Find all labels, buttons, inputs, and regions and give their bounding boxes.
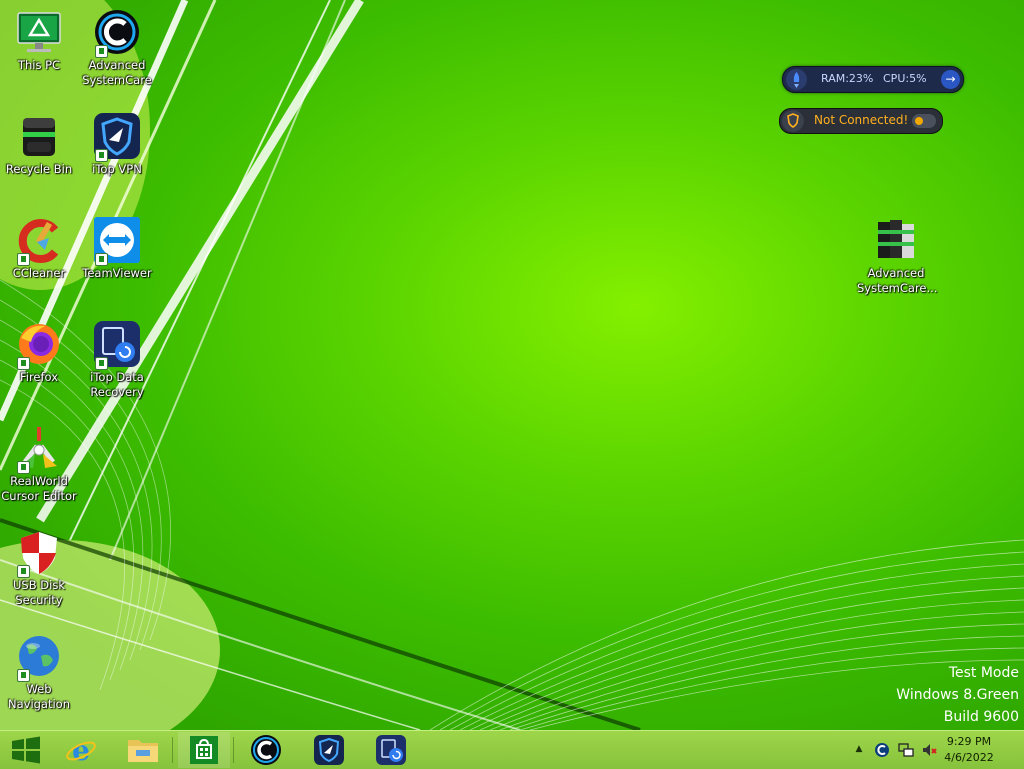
vpn-status-widget[interactable]: Not Connected! <box>779 108 943 134</box>
network-icon[interactable] <box>898 742 914 758</box>
internet-explorer-icon: e <box>66 734 96 766</box>
folder-icon <box>128 740 158 762</box>
desktop-icon-label: This PC <box>17 58 61 72</box>
store-icon <box>190 736 218 764</box>
watermark-test-mode: Test Mode <box>948 665 1019 681</box>
shortcut-arrow-icon <box>17 669 30 682</box>
shortcut-arrow-icon <box>95 149 108 162</box>
shortcut-arrow-icon <box>17 357 30 370</box>
arrow-right-icon[interactable]: → <box>941 70 960 89</box>
vpn-shield-icon <box>782 110 804 132</box>
taskbar-itop-vpn[interactable] <box>303 732 355 768</box>
watermark-edition: Windows 8.Green <box>896 687 1019 703</box>
tray-advanced-systemcare-icon[interactable] <box>874 742 890 758</box>
desktop-icon-label: TeamViewer <box>82 266 152 280</box>
desktop-icon-label: Recycle Bin <box>5 162 73 176</box>
watermark-build: Build 9600 <box>943 709 1019 725</box>
os-watermark: Test Mode Windows 8.Green Build 9600 <box>896 662 1019 728</box>
rocket-icon[interactable] <box>786 69 807 90</box>
taskbar-clock[interactable]: 9:29 PM 4/6/2022 <box>934 734 1004 766</box>
itop-data-recovery-icon <box>376 735 406 765</box>
desktop-icon-web-navigation[interactable]: Web Navigation <box>0 632 78 712</box>
svg-text:e: e <box>72 734 90 766</box>
desktop-icon-realworld-cursor-editor[interactable]: RealWorld Cursor Editor <box>0 424 78 504</box>
taskbar-itop-data-recovery[interactable] <box>365 732 417 768</box>
recycle-bin-icon <box>23 118 55 156</box>
taskbar-separator <box>172 737 173 763</box>
taskbar-store[interactable] <box>178 732 230 768</box>
taskbar-internet-explorer[interactable]: e <box>55 732 107 768</box>
desktop-icon-teamviewer[interactable]: TeamViewer <box>78 216 156 281</box>
desktop-icon-usb-disk-security[interactable]: USB Disk Security <box>0 528 78 608</box>
desktop-icon-label: USB Disk Security <box>13 578 65 607</box>
show-hidden-icons-chevron-icon[interactable]: ▲ <box>851 741 867 757</box>
desktop-icon-label: RealWorld Cursor Editor <box>1 474 77 503</box>
start-button[interactable] <box>0 732 52 768</box>
desktop-icon-advanced-systemcare[interactable]: Advanced SystemCare <box>78 8 156 88</box>
desktop-icon-label: iTop VPN <box>92 162 142 176</box>
desktop-icon-label: Web Navigation <box>7 682 71 711</box>
itop-vpn-icon <box>314 735 344 765</box>
desktop-icon-label: CCleaner <box>12 266 66 280</box>
desktop-icon-label: Firefox <box>19 370 59 384</box>
desktop[interactable]: This PC Recycle Bin CCleaner Firefox Rea… <box>0 0 1024 730</box>
desktop-icon-firefox[interactable]: Firefox <box>0 320 78 385</box>
advanced-systemcare-icon <box>251 735 281 765</box>
desktop-icon-ccleaner[interactable]: CCleaner <box>0 216 78 281</box>
windows-logo-icon <box>12 736 40 764</box>
desktop-icon-itop-vpn[interactable]: iTop VPN <box>78 112 156 177</box>
shortcut-arrow-icon <box>17 253 30 266</box>
taskbar-separator <box>233 737 234 763</box>
shortcut-arrow-icon <box>95 357 108 370</box>
desktop-icon-this-pc[interactable]: This PC <box>0 8 78 73</box>
shortcut-arrow-icon <box>95 45 108 58</box>
vpn-toggle[interactable] <box>912 114 936 128</box>
desktop-icon-advanced-systemcare-archive[interactable]: Advanced SystemCare... <box>857 216 938 296</box>
taskbar-advanced-systemcare[interactable] <box>240 732 292 768</box>
shortcut-arrow-icon <box>17 461 30 474</box>
desktop-icon-recycle-bin[interactable]: Recycle Bin <box>0 112 78 177</box>
shortcut-arrow-icon <box>17 565 30 578</box>
ram-cpu-widget[interactable]: RAM:23% CPU:5% → <box>782 66 964 93</box>
taskbar-file-explorer[interactable] <box>117 732 169 768</box>
monitor-icon <box>17 12 61 52</box>
shortcut-arrow-icon <box>95 253 108 266</box>
desktop-icon-label: iTop Data Recovery <box>90 370 144 399</box>
taskbar[interactable]: e ▲ 9:29 PM 4/6/2022 <box>0 730 1024 769</box>
clock-date: 4/6/2022 <box>944 751 994 764</box>
vpn-status-text: Not Connected! <box>814 113 909 127</box>
clock-time: 9:29 PM <box>946 735 992 748</box>
desktop-icon-label: Advanced SystemCare... <box>857 266 938 295</box>
winrar-archive-icon <box>878 220 914 258</box>
ram-usage: RAM:23% <box>821 72 874 85</box>
desktop-icon-itop-data-recovery[interactable]: iTop Data Recovery <box>78 320 156 400</box>
cpu-usage: CPU:5% <box>883 72 927 85</box>
desktop-icon-label: Advanced SystemCare <box>82 58 152 87</box>
